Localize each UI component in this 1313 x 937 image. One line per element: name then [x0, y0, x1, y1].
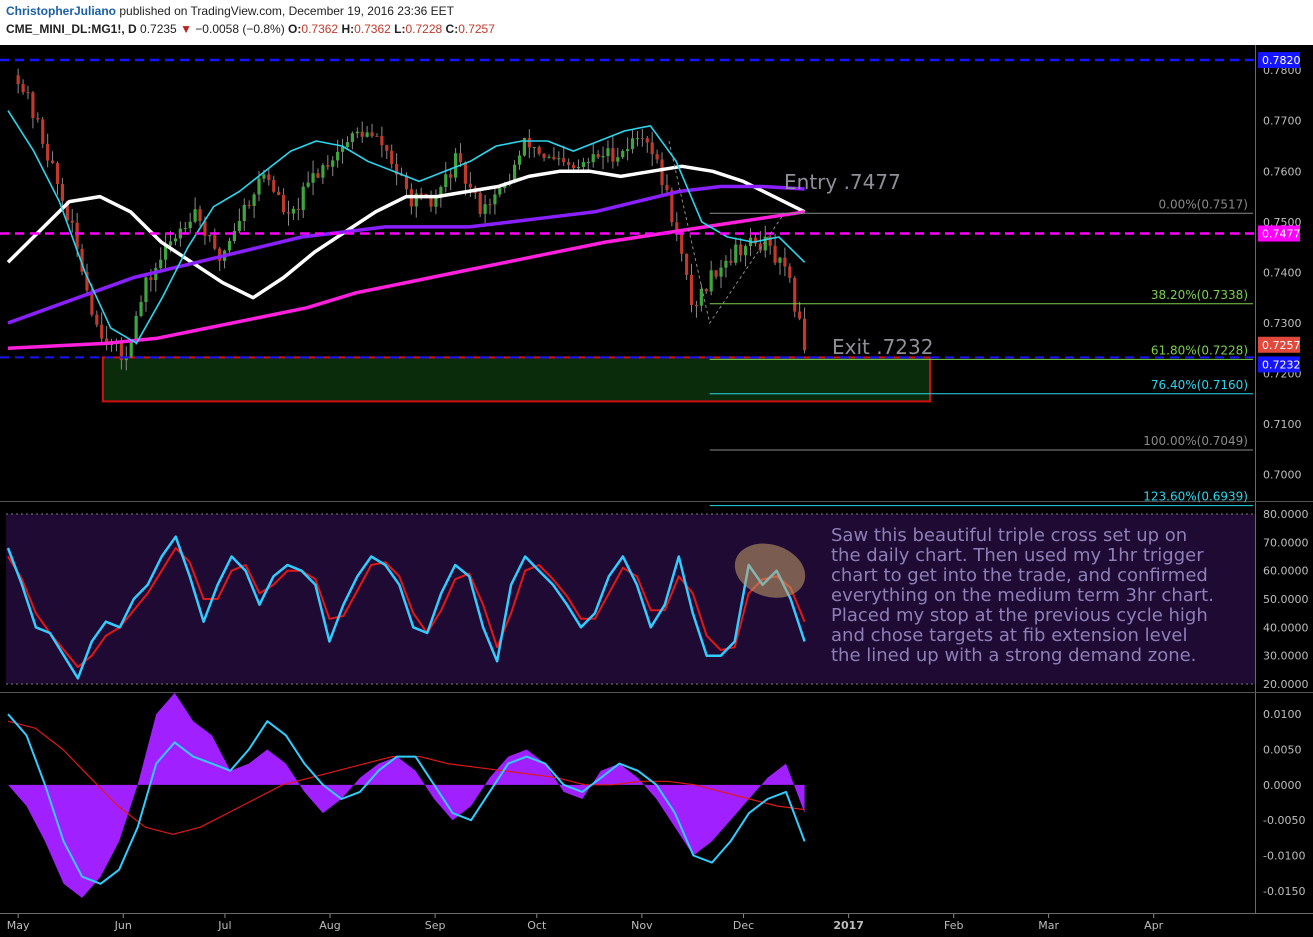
oscillator-tick-label: -0.0050: [1263, 814, 1305, 827]
fib-level-label: 61.80%(0.7228): [1151, 343, 1248, 357]
time-tick-label: May: [7, 919, 30, 932]
stoch-tick-label: 20.0000: [1263, 678, 1309, 691]
stoch-tick-label: 80.0000: [1263, 508, 1309, 521]
high-label: H:: [341, 22, 355, 36]
top-level-label: 0.7820: [1262, 54, 1301, 67]
last-price: 0.7235: [140, 22, 177, 36]
oscillator-tick-label: -0.0100: [1263, 850, 1305, 863]
candle: [478, 189, 482, 218]
chart-canvas[interactable]: 0.00%(0.7517) 38.20%(0.7338) 61.80%(0.7228…: [0, 45, 1313, 937]
entry-annotation: Entry .7477: [784, 170, 901, 194]
price-tick-label: 0.7100: [1263, 418, 1302, 431]
publish-line: ChristopherJuliano published on TradingV…: [6, 4, 454, 18]
trade-note: Saw this beautiful triple cross set up o…: [831, 525, 1220, 666]
time-tick-label: Nov: [631, 919, 653, 932]
price-axis: 0.78000.77000.76000.75000.74000.73000.72…: [1258, 52, 1302, 482]
close-value: 0.7257: [458, 22, 495, 36]
author-name[interactable]: ChristopherJuliano: [6, 4, 116, 18]
price-change: −0.0058 (−0.8%): [195, 22, 285, 36]
chart-background: [0, 45, 1313, 937]
stoch-tick-label: 40.0000: [1263, 621, 1309, 634]
price-tick-label: 0.7300: [1263, 317, 1302, 330]
oscillator-tick-label: 0.0000: [1263, 779, 1302, 792]
price-tick-label: 0.7700: [1263, 115, 1302, 128]
exit-annotation: Exit .7232: [832, 335, 933, 359]
time-tick-label: Jun: [114, 919, 132, 932]
low-value: 0.7228: [405, 22, 443, 36]
oscillator-tick-label: -0.0150: [1263, 885, 1305, 898]
open-value: 0.7362: [301, 22, 339, 36]
candle: [41, 117, 45, 148]
stoch-tick-label: 70.0000: [1263, 536, 1309, 549]
time-tick-label: Oct: [527, 919, 547, 932]
time-tick-label: Aug: [319, 919, 340, 932]
demand-zone: [101, 356, 931, 403]
stoch-tick-label: 60.0000: [1263, 565, 1309, 578]
chart-header: ChristopherJuliano published on TradingV…: [0, 0, 1313, 45]
publish-info: published on TradingView.com, December 1…: [119, 4, 455, 18]
time-tick-label: 2017: [833, 919, 864, 932]
fib-level-label: 38.20%(0.7338): [1151, 288, 1248, 302]
time-tick-label: Feb: [944, 919, 963, 932]
low-label: L:: [394, 22, 406, 36]
time-tick-label: Mar: [1038, 919, 1059, 932]
time-tick-label: Sep: [425, 919, 446, 932]
last-price-label: 0.7257: [1262, 339, 1301, 352]
stoch-tick-label: 50.0000: [1263, 593, 1309, 606]
fib-level-label: 100.00%(0.7049): [1143, 434, 1248, 448]
open-label: O:: [288, 22, 302, 36]
entry-level-label: 0.7477: [1262, 228, 1301, 241]
symbol-line: CME_MINI_DL:MG1!, D 0.7235 ▼ −0.0058 (−0…: [6, 22, 495, 36]
time-tick-label: Apr: [1144, 919, 1164, 932]
stoch-tick-label: 30.0000: [1263, 650, 1309, 663]
time-tick-label: Jul: [217, 919, 231, 932]
down-arrow-icon: ▼: [180, 22, 192, 36]
candle: [793, 276, 797, 318]
oscillator-tick-label: 0.0050: [1263, 743, 1302, 756]
fib-level-label: 0.00%(0.7517): [1159, 197, 1248, 211]
close-label: C:: [445, 22, 459, 36]
time-tick-label: Dec: [733, 919, 754, 932]
price-axis-area: [1256, 45, 1313, 937]
oscillator-tick-label: 0.0100: [1263, 708, 1302, 721]
candle: [129, 341, 133, 359]
symbol-name[interactable]: CME_MINI_DL:MG1!, D: [6, 22, 137, 36]
exit-level-label: 0.7232: [1262, 358, 1301, 371]
fib-level-label: 123.60%(0.6939): [1143, 490, 1248, 504]
high-value: 0.7362: [354, 22, 391, 36]
fib-level-label: 76.40%(0.7160): [1151, 378, 1248, 392]
price-tick-label: 0.7000: [1263, 469, 1302, 482]
price-tick-label: 0.7600: [1263, 165, 1302, 178]
price-tick-label: 0.7400: [1263, 266, 1302, 279]
